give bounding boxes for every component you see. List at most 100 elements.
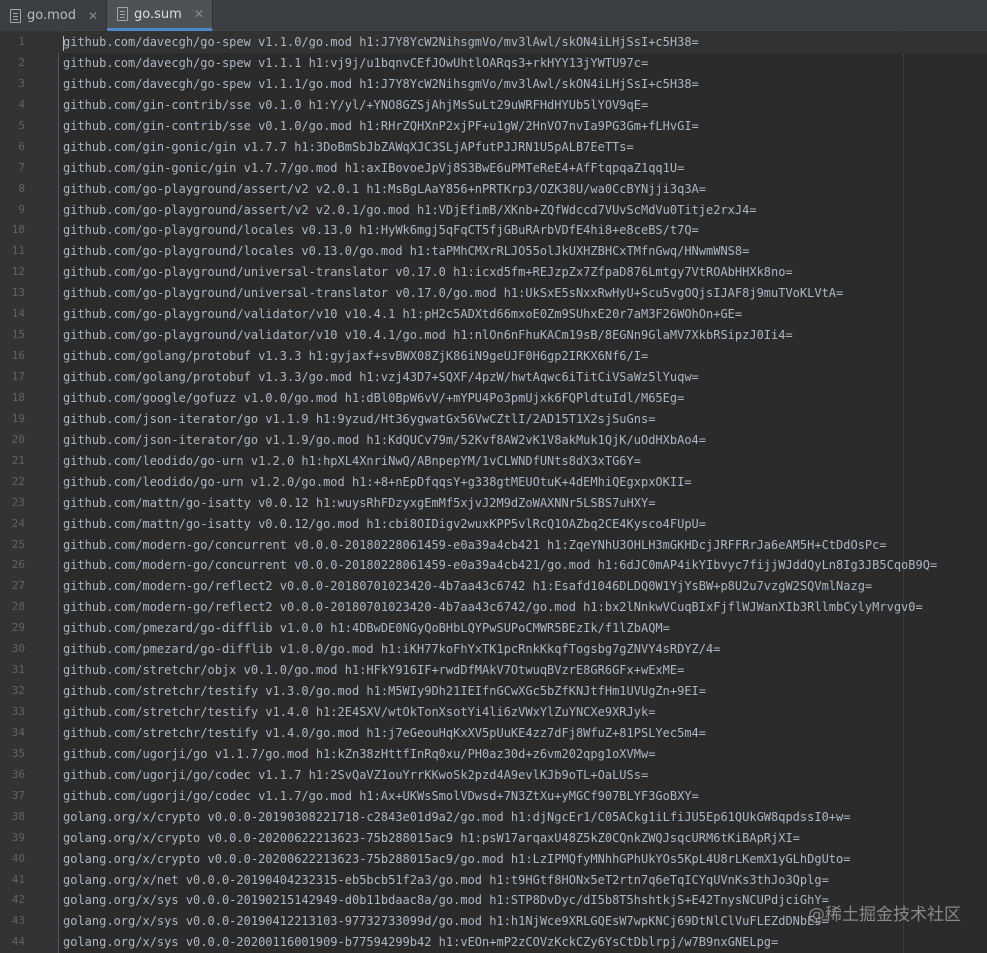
close-icon[interactable]: ✕ — [88, 9, 98, 23]
code-text[interactable]: golang.org/x/crypto v0.0.0-2020062221362… — [63, 849, 850, 870]
code-line[interactable]: 40 golang.org/x/crypto v0.0.0-20200622213… — [0, 849, 987, 870]
code-text[interactable]: golang.org/x/crypto v0.0.0-2019030822171… — [63, 807, 850, 828]
code-text[interactable]: github.com/modern-go/reflect2 v0.0.0-201… — [63, 576, 872, 597]
code-text[interactable]: github.com/gin-contrib/sse v0.1.0/go.mod… — [63, 116, 699, 137]
code-text[interactable]: github.com/gin-gonic/gin v1.7.7 h1:3DoBm… — [63, 137, 634, 158]
code-line[interactable]: 35 github.com/ugorji/go v1.1.7/go.mod h1:… — [0, 744, 987, 765]
code-text[interactable]: golang.org/x/net v0.0.0-20190404232315-e… — [63, 870, 829, 891]
code-text[interactable]: github.com/json-iterator/go v1.1.9 h1:9y… — [63, 409, 655, 430]
code-line[interactable]: 37 github.com/ugorji/go/codec v1.1.7/go.m… — [0, 786, 987, 807]
code-line[interactable]: 25 github.com/modern-go/concurrent v0.0.0… — [0, 535, 987, 556]
code-line[interactable]: 21 github.com/leodido/go-urn v1.2.0 h1:hp… — [0, 451, 987, 472]
code-line[interactable]: 44 golang.org/x/sys v0.0.0-20200116001909… — [0, 932, 987, 953]
code-line[interactable]: 1 github.com/davecgh/go-spew v1.1.0/go.mo… — [0, 32, 987, 53]
line-number: 17 — [11, 370, 25, 383]
code-text[interactable]: golang.org/x/sys v0.0.0-20190215142949-d… — [63, 890, 829, 911]
code-text[interactable]: github.com/ugorji/go v1.1.7/go.mod h1:kZ… — [63, 744, 655, 765]
code-line[interactable]: 19 github.com/json-iterator/go v1.1.9 h1:… — [0, 409, 987, 430]
code-text[interactable]: github.com/go-playground/assert/v2 v2.0.… — [63, 179, 706, 200]
editor-text-area[interactable]: 1 github.com/davecgh/go-spew v1.1.0/go.mo… — [0, 32, 987, 953]
code-line[interactable]: 22 github.com/leodido/go-urn v1.2.0/go.mo… — [0, 472, 987, 493]
code-text[interactable]: github.com/mattn/go-isatty v0.0.12/go.mo… — [63, 514, 706, 535]
code-text[interactable]: github.com/pmezard/go-difflib v1.0.0 h1:… — [63, 618, 670, 639]
line-number: 36 — [11, 767, 25, 781]
close-icon[interactable]: ✕ — [194, 7, 204, 21]
code-line[interactable]: 5 github.com/gin-contrib/sse v0.1.0/go.mo… — [0, 116, 987, 137]
code-line[interactable]: 15 github.com/go-playground/validator/v10… — [0, 325, 987, 346]
code-text[interactable]: github.com/gin-contrib/sse v0.1.0 h1:Y/y… — [63, 95, 648, 116]
code-line[interactable]: 13 github.com/go-playground/universal-tra… — [0, 283, 987, 304]
code-line[interactable]: 8 github.com/go-playground/assert/v2 v2.0… — [0, 179, 987, 200]
code-text[interactable]: github.com/stretchr/objx v0.1.0/go.mod h… — [63, 660, 684, 681]
code-line[interactable]: 26 github.com/modern-go/concurrent v0.0.0… — [0, 555, 987, 576]
code-text[interactable]: github.com/leodido/go-urn v1.2.0/go.mod … — [63, 472, 692, 493]
code-text[interactable]: github.com/go-playground/locales v0.13.0… — [63, 241, 749, 262]
code-text[interactable]: github.com/golang/protobuf v1.3.3/go.mod… — [63, 367, 699, 388]
code-line[interactable]: 30 github.com/pmezard/go-difflib v1.0.0/g… — [0, 639, 987, 660]
tab-go-sum[interactable]: go.sum ✕ — [107, 0, 213, 31]
code-text[interactable]: github.com/go-playground/universal-trans… — [63, 283, 843, 304]
line-number: 6 — [18, 139, 25, 153]
code-line[interactable]: 11 github.com/go-playground/locales v0.13… — [0, 241, 987, 262]
code-line[interactable]: 7 github.com/gin-gonic/gin v1.7.7/go.mod … — [0, 158, 987, 179]
code-line[interactable]: 32 github.com/stretchr/testify v1.3.0/go.… — [0, 681, 987, 702]
code-text[interactable]: golang.org/x/sys v0.0.0-20200116001909-b… — [63, 932, 778, 953]
code-line[interactable]: 29 github.com/pmezard/go-difflib v1.0.0 h… — [0, 618, 987, 639]
code-line[interactable]: 4 github.com/gin-contrib/sse v0.1.0 h1:Y/… — [0, 95, 987, 116]
code-line[interactable]: 28 github.com/modern-go/reflect2 v0.0.0-2… — [0, 597, 987, 618]
code-text[interactable]: github.com/go-playground/validator/v10 v… — [63, 325, 793, 346]
code-line[interactable]: 34 github.com/stretchr/testify v1.4.0/go.… — [0, 723, 987, 744]
code-line[interactable]: 10 github.com/go-playground/locales v0.13… — [0, 220, 987, 241]
watermark: @稀土掘金技术社区 — [808, 905, 961, 925]
code-line[interactable]: 38 golang.org/x/crypto v0.0.0-20190308221… — [0, 807, 987, 828]
code-text[interactable]: github.com/leodido/go-urn v1.2.0 h1:hpXL… — [63, 451, 641, 472]
code-line[interactable]: 27 github.com/modern-go/reflect2 v0.0.0-2… — [0, 576, 987, 597]
code-line[interactable]: 17 github.com/golang/protobuf v1.3.3/go.m… — [0, 367, 987, 388]
line-number: 42 — [11, 893, 25, 907]
code-text[interactable]: golang.org/x/crypto v0.0.0-2020062221362… — [63, 828, 800, 849]
code-line[interactable]: 9 github.com/go-playground/assert/v2 v2.0… — [0, 200, 987, 221]
code-text[interactable]: github.com/pmezard/go-difflib v1.0.0/go.… — [63, 639, 720, 660]
code-line[interactable]: 23 github.com/mattn/go-isatty v0.0.12 h1:… — [0, 493, 987, 514]
code-text[interactable]: github.com/mattn/go-isatty v0.0.12 h1:wu… — [63, 493, 655, 514]
code-line[interactable]: 14 github.com/go-playground/validator/v10… — [0, 304, 987, 325]
line-number: 35 — [11, 746, 25, 760]
code-text[interactable]: github.com/gin-gonic/gin v1.7.7/go.mod h… — [63, 158, 684, 179]
code-text[interactable]: github.com/modern-go/concurrent v0.0.0-2… — [63, 535, 887, 556]
code-line[interactable]: 16 github.com/golang/protobuf v1.3.3 h1:g… — [0, 346, 987, 367]
code-text[interactable]: github.com/google/gofuzz v1.0.0/go.mod h… — [63, 388, 684, 409]
line-number: 30 — [11, 642, 25, 656]
code-line[interactable]: 12 github.com/go-playground/universal-tra… — [0, 262, 987, 283]
code-text[interactable]: github.com/stretchr/testify v1.3.0/go.mo… — [63, 681, 706, 702]
line-number: 4 — [18, 97, 25, 111]
code-line[interactable]: 6 github.com/gin-gonic/gin v1.7.7 h1:3DoB… — [0, 137, 987, 158]
code-line[interactable]: 2 github.com/davecgh/go-spew v1.1.1 h1:vj… — [0, 53, 987, 74]
code-text[interactable]: github.com/json-iterator/go v1.1.9/go.mo… — [63, 430, 706, 451]
code-text[interactable]: github.com/stretchr/testify v1.4.0 h1:2E… — [63, 702, 655, 723]
code-line[interactable]: 31 github.com/stretchr/objx v0.1.0/go.mod… — [0, 660, 987, 681]
code-text[interactable]: github.com/modern-go/reflect2 v0.0.0-201… — [63, 597, 923, 618]
code-text[interactable]: github.com/davecgh/go-spew v1.1.1/go.mod… — [63, 74, 699, 95]
code-text[interactable]: github.com/ugorji/go/codec v1.1.7/go.mod… — [63, 786, 699, 807]
tab-go-mod[interactable]: go.mod ✕ — [0, 0, 108, 31]
code-text[interactable]: github.com/golang/protobuf v1.3.3 h1:gyj… — [63, 346, 648, 367]
line-number: 8 — [18, 181, 25, 195]
code-text[interactable]: github.com/stretchr/testify v1.4.0/go.mo… — [63, 723, 706, 744]
code-line[interactable]: 20 github.com/json-iterator/go v1.1.9/go.… — [0, 430, 987, 451]
code-text[interactable]: github.com/ugorji/go/codec v1.1.7 h1:2Sv… — [63, 765, 648, 786]
code-text[interactable]: golang.org/x/sys v0.0.0-20190412213103-9… — [63, 911, 829, 932]
code-line[interactable]: 3 github.com/davecgh/go-spew v1.1.1/go.mo… — [0, 74, 987, 95]
code-line[interactable]: 24 github.com/mattn/go-isatty v0.0.12/go.… — [0, 514, 987, 535]
code-line[interactable]: 41 golang.org/x/net v0.0.0-20190404232315… — [0, 870, 987, 891]
code-text[interactable]: github.com/go-playground/locales v0.13.0… — [63, 220, 699, 241]
code-text[interactable]: github.com/davecgh/go-spew v1.1.0/go.mod… — [63, 32, 699, 53]
code-text[interactable]: github.com/go-playground/universal-trans… — [63, 262, 793, 283]
code-text[interactable]: github.com/davecgh/go-spew v1.1.1 h1:vj9… — [63, 53, 648, 74]
code-text[interactable]: github.com/modern-go/concurrent v0.0.0-2… — [63, 555, 937, 576]
code-text[interactable]: github.com/go-playground/validator/v10 v… — [63, 304, 742, 325]
code-line[interactable]: 33 github.com/stretchr/testify v1.4.0 h1:… — [0, 702, 987, 723]
code-line[interactable]: 36 github.com/ugorji/go/codec v1.1.7 h1:2… — [0, 765, 987, 786]
code-line[interactable]: 39 golang.org/x/crypto v0.0.0-20200622213… — [0, 828, 987, 849]
code-line[interactable]: 18 github.com/google/gofuzz v1.0.0/go.mod… — [0, 388, 987, 409]
code-text[interactable]: github.com/go-playground/assert/v2 v2.0.… — [63, 200, 757, 221]
